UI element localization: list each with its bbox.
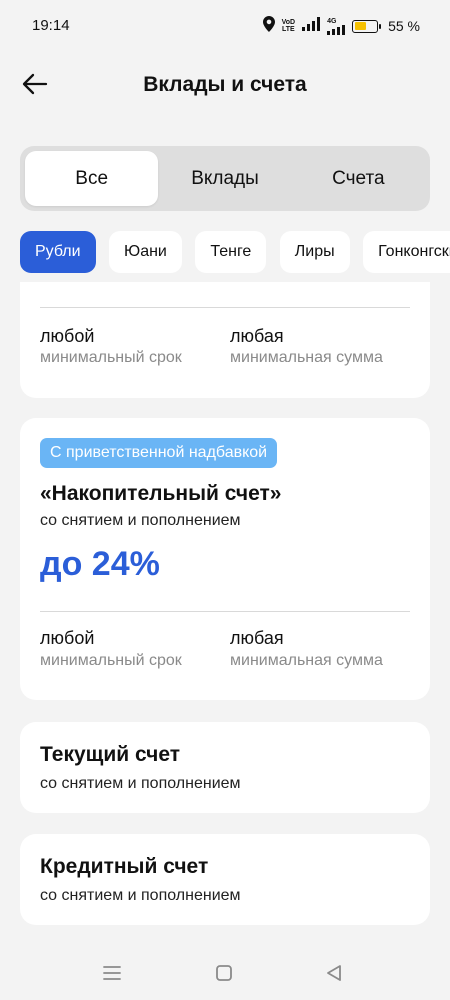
status-icons: VoD LTE 4G 55 % xyxy=(262,15,420,37)
min-term-value: любой xyxy=(40,326,95,346)
card-subtitle: со снятием и пополнением xyxy=(40,775,241,792)
home-button[interactable] xyxy=(211,962,237,988)
battery-fill xyxy=(354,22,367,30)
back-nav-button[interactable] xyxy=(321,962,347,988)
interest-rate: до 24% xyxy=(40,545,160,583)
card-title: Текущий счет xyxy=(40,743,181,766)
signal-4g-icon: 4G xyxy=(327,18,346,35)
signal-icon xyxy=(302,16,321,36)
credit-account-card[interactable]: Кредитный счет со снятием и пополнением xyxy=(20,834,430,925)
home-square-icon xyxy=(215,964,233,987)
card-divider xyxy=(40,611,410,612)
min-term-label: минимальный срок xyxy=(40,652,182,669)
welcome-bonus-badge: С приветственной надбавкой xyxy=(40,438,278,468)
status-time: 19:14 xyxy=(32,17,70,34)
min-amount-label: минимальная сумма xyxy=(230,652,383,669)
segment-deposits[interactable]: Вклады xyxy=(158,151,291,206)
volte-icon: VoD LTE xyxy=(281,19,296,33)
location-icon xyxy=(262,15,275,37)
battery-percent: 55 % xyxy=(388,18,420,34)
min-amount-label: минимальная сумма xyxy=(230,349,383,366)
card-title: «Накопительный счет» xyxy=(40,482,282,505)
min-term-value: любой xyxy=(40,628,95,648)
menu-button[interactable] xyxy=(99,962,125,988)
back-triangle-icon xyxy=(325,964,343,987)
segment-accounts[interactable]: Счета xyxy=(292,151,425,206)
app-header: Вклады и счета xyxy=(0,60,450,112)
card-subtitle: со снятием и пополнением xyxy=(40,887,241,904)
chip-yuan[interactable]: Юани xyxy=(109,231,182,273)
min-amount-value: любая xyxy=(230,326,284,346)
currency-chips: Рубли Юани Тенге Лиры Гонконгские xyxy=(20,231,450,273)
card-divider xyxy=(40,307,410,308)
card-title: Кредитный счет xyxy=(40,855,209,878)
min-amount-value: любая xyxy=(230,628,284,648)
page-title: Вклады и счета xyxy=(143,73,307,96)
system-nav-bar xyxy=(0,950,450,1000)
type-segmented-control: Все Вклады Счета xyxy=(20,146,430,211)
menu-icon xyxy=(103,965,121,986)
segment-all[interactable]: Все xyxy=(25,151,159,206)
chip-tenge[interactable]: Тенге xyxy=(195,231,267,273)
product-card[interactable]: любой минимальный срок любая минимальная… xyxy=(20,282,430,398)
battery-icon xyxy=(352,19,382,33)
savings-account-card[interactable]: С приветственной надбавкой «Накопительны… xyxy=(20,418,430,700)
chip-lira[interactable]: Лиры xyxy=(279,231,350,273)
chip-hkd[interactable]: Гонконгские xyxy=(363,231,450,273)
status-bar: 19:14 VoD LTE 4G 55 % xyxy=(0,0,450,52)
current-account-card[interactable]: Текущий счет со снятием и пополнением xyxy=(20,722,430,813)
chip-rubles[interactable]: Рубли xyxy=(20,231,96,273)
card-subtitle: со снятием и пополнением xyxy=(40,512,241,529)
min-term-label: минимальный срок xyxy=(40,349,182,366)
